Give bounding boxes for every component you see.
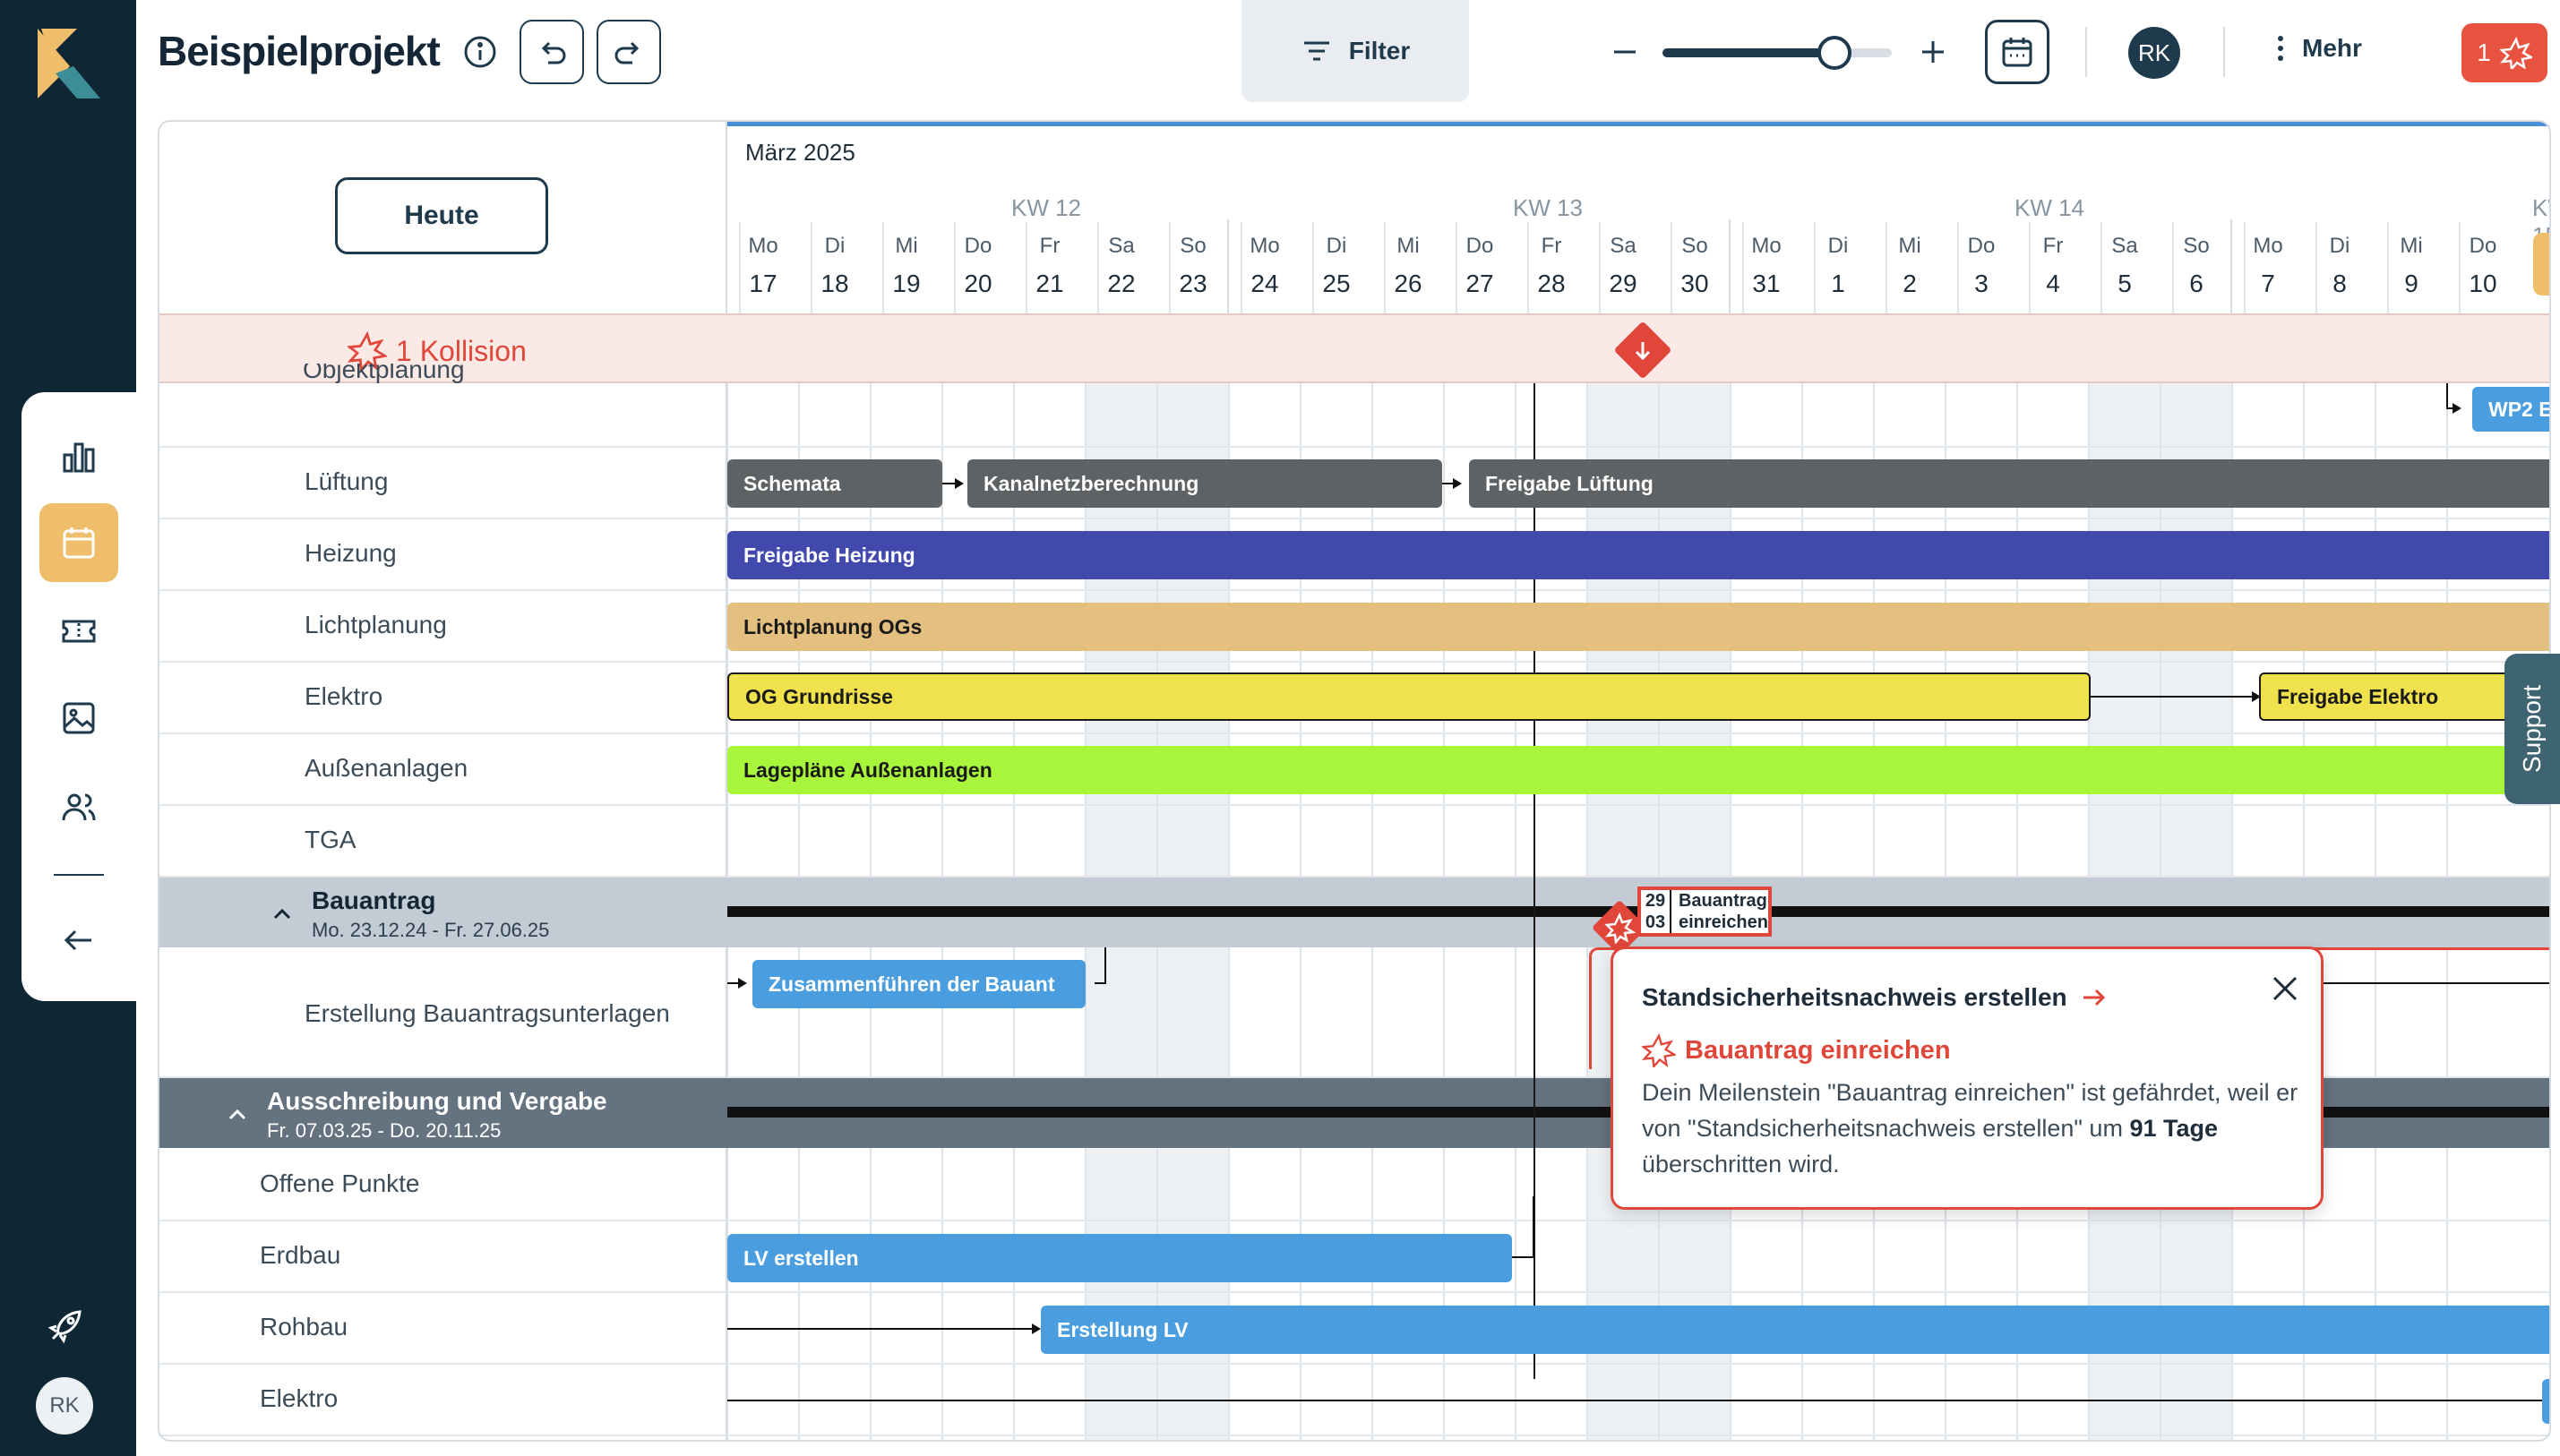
project-title: Beispielprojekt xyxy=(158,28,441,74)
zoom-slider-fill xyxy=(1662,48,1834,57)
milestone-card[interactable]: 29 03 Bauantrag einreichen xyxy=(1637,886,1772,937)
sidebar-item-tickets[interactable] xyxy=(39,591,118,670)
filter-label: Filter xyxy=(1348,37,1411,64)
popup-text-after: überschritten wird. xyxy=(1642,1151,1840,1178)
popup-message: Dein Meilenstein "Bauantrag einreichen" … xyxy=(1642,1075,2305,1182)
sidebar-collapse-button[interactable] xyxy=(39,901,118,980)
undo-icon xyxy=(541,41,566,64)
user-avatar[interactable]: RK xyxy=(36,1377,93,1435)
app-logo[interactable] xyxy=(38,29,100,98)
task-bar-lv-erstellen[interactable]: LV erstellen xyxy=(727,1234,1512,1282)
task-bar-wp2[interactable]: WP2 E xyxy=(2472,387,2549,432)
zoom-slider[interactable] xyxy=(1662,36,1892,70)
gantt-chart: Heute März 2025 Mo 17 Di 18 Mi 19 Do 20 Fr 21 Sa 22… xyxy=(158,120,2551,1442)
calendar-icon xyxy=(63,527,95,559)
filter-button[interactable]: Filter xyxy=(1241,0,1469,102)
users-icon xyxy=(62,793,96,821)
scroll-indicator[interactable] xyxy=(2533,233,2549,295)
date-picker-button[interactable] xyxy=(1985,20,2049,84)
info-icon[interactable] xyxy=(462,34,498,70)
collision-count: 1 xyxy=(2477,39,2491,66)
sidebar-nav-panel xyxy=(21,392,136,1001)
milestone-day-bottom: 03 xyxy=(1645,912,1666,932)
milestone-label-top: Bauantrag xyxy=(1678,891,1767,911)
collision-popup: Standsicherheitsnachweis erstellen Bauan… xyxy=(1611,946,2324,1210)
app-sidebar: RK xyxy=(0,0,136,1456)
toolbar-divider xyxy=(2223,27,2225,77)
popup-subtitle-text: Bauantrag einreichen xyxy=(1685,1035,1951,1065)
task-bar-zusammenfuehren[interactable]: Zusammenführen der Bauant xyxy=(752,960,1086,1008)
support-tab[interactable]: Support xyxy=(2504,654,2560,804)
popup-subtitle: Bauantrag einreichen xyxy=(1642,1033,1951,1067)
collision-icon xyxy=(2499,37,2532,69)
popup-title-link[interactable]: Standsicherheitsnachweis erstellen xyxy=(1642,983,2107,1012)
undo-button[interactable] xyxy=(520,20,584,84)
arrow-left-icon xyxy=(64,929,91,951)
zoom-in-icon[interactable] xyxy=(1917,36,1949,68)
more-label: Mehr xyxy=(2302,34,2362,62)
support-label: Support xyxy=(2518,684,2547,774)
redo-icon xyxy=(614,41,640,64)
sidebar-item-images[interactable] xyxy=(39,679,118,758)
task-bar-elektro-2[interactable] xyxy=(2542,1379,2549,1424)
toolbar-divider xyxy=(2085,27,2087,77)
arrow-right-icon xyxy=(2083,989,2105,1006)
more-vertical-icon xyxy=(2278,36,2283,61)
popup-text-bold: 91 Tage xyxy=(2129,1115,2219,1142)
calendar-icon xyxy=(2002,38,2032,67)
collision-badge[interactable]: 1 xyxy=(2461,23,2547,82)
milestone-label-bottom: einreichen xyxy=(1678,912,1768,932)
task-bar-erstellung-lv[interactable]: Erstellung LV xyxy=(1041,1306,2549,1354)
collision-icon xyxy=(1642,1033,1676,1067)
sidebar-divider xyxy=(54,874,104,876)
rocket-icon xyxy=(47,1310,82,1344)
collision-icon xyxy=(1604,912,1636,944)
task-bar-lichtplanung-ogs[interactable]: Lichtplanung OGs xyxy=(727,603,2549,651)
filter-icon xyxy=(1303,41,1329,61)
sidebar-item-schedule[interactable] xyxy=(39,503,118,582)
task-bar-freigabe-heizung[interactable]: Freigabe Heizung xyxy=(727,531,2549,579)
popup-title: Standsicherheitsnachweis erstellen xyxy=(1642,983,2067,1011)
image-icon xyxy=(63,702,95,734)
task-bar-kanalnetzberechnung[interactable]: Kanalnetzberechnung xyxy=(967,459,1442,508)
task-bar-lageplaene[interactable]: Lagepläne Außenanlagen xyxy=(727,746,2549,794)
task-bar-freigabe-lueftung[interactable]: Freigabe Lüftung xyxy=(1469,459,2549,508)
user-avatar-top[interactable]: RK xyxy=(2128,27,2180,79)
sidebar-item-dashboard[interactable] xyxy=(39,417,118,496)
task-bar-og-grundrisse[interactable]: OG Grundrisse xyxy=(727,672,2091,721)
ticket-icon xyxy=(62,620,96,643)
task-bar-schemata[interactable]: Schemata xyxy=(727,459,942,508)
zoom-slider-handle[interactable] xyxy=(1817,36,1851,70)
more-button[interactable]: Mehr xyxy=(2275,32,2362,64)
sidebar-item-team[interactable] xyxy=(39,768,118,847)
redo-button[interactable] xyxy=(597,20,661,84)
onboarding-button[interactable] xyxy=(34,1295,97,1358)
zoom-out-icon[interactable] xyxy=(1609,36,1641,68)
milestone-day-top: 29 xyxy=(1645,891,1666,911)
bar-chart-icon xyxy=(63,442,95,473)
close-icon[interactable] xyxy=(2267,971,2303,1006)
